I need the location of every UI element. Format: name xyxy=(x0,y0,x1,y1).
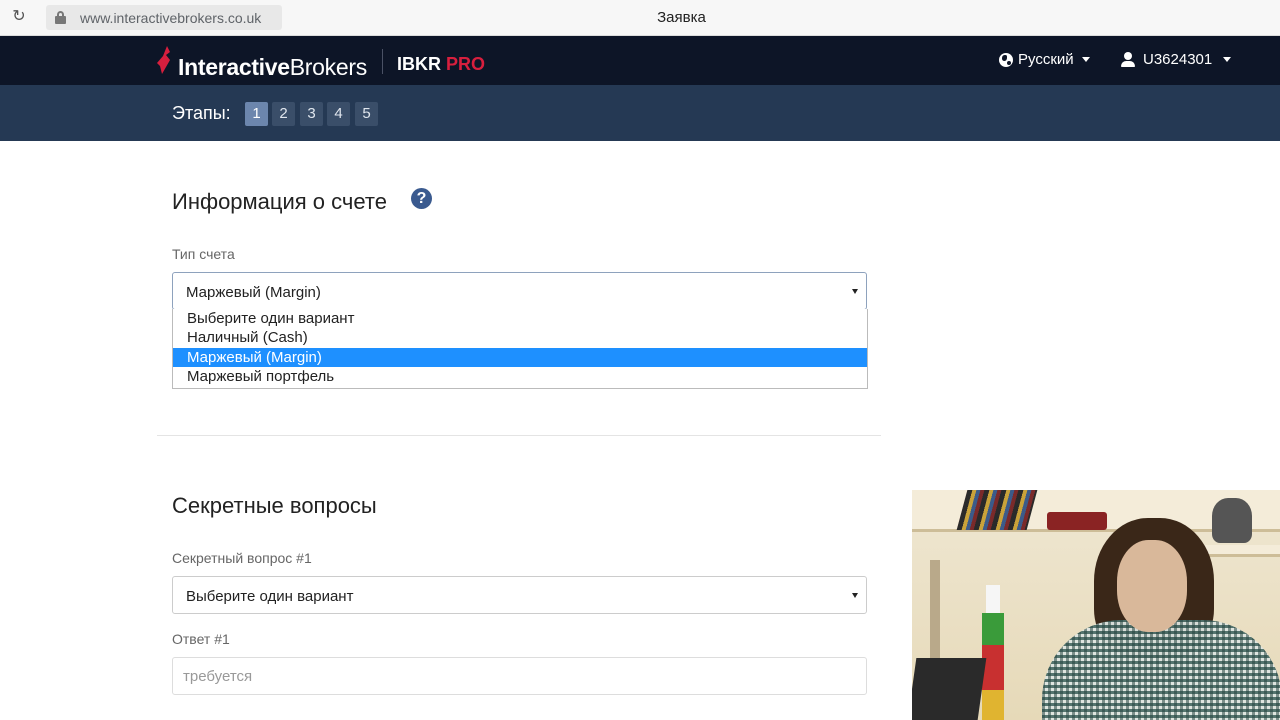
product-name: IBKR PRO xyxy=(397,54,486,74)
step-3[interactable]: 3 xyxy=(300,102,323,126)
account-type-label: Тип счета xyxy=(172,246,235,262)
question1-select[interactable]: Выберите один вариант xyxy=(172,576,867,614)
laptop xyxy=(912,658,987,720)
user-menu[interactable]: U3624301 xyxy=(1121,51,1232,68)
option-choose[interactable]: Выберите один вариант xyxy=(173,309,867,328)
step-1[interactable]: 1 xyxy=(245,102,268,126)
books xyxy=(956,490,1038,530)
account-type-select[interactable]: Маржевый (Margin) xyxy=(172,272,867,310)
help-icon[interactable]: ? xyxy=(411,188,432,209)
logo-divider xyxy=(382,49,383,74)
steps-bar: Этапы: 1 2 3 4 5 xyxy=(0,85,1280,141)
steps-label: Этапы: xyxy=(172,103,231,123)
lego-tower xyxy=(982,585,1004,720)
account-type-dropdown: Выберите один вариант Наличный (Cash) Ма… xyxy=(172,309,868,389)
top-navbar: InteractiveBrokers IBKR PRO Русский U362… xyxy=(0,36,1280,85)
option-cash[interactable]: Наличный (Cash) xyxy=(173,328,867,347)
account-info-heading: Информация о счете xyxy=(172,189,387,214)
section-divider xyxy=(157,435,881,436)
language-label: Русский xyxy=(1018,51,1074,68)
page-tab-title: Заявка xyxy=(657,9,706,26)
figurine xyxy=(1212,498,1252,543)
caret-down-icon xyxy=(1223,57,1232,62)
globe-icon xyxy=(999,52,1013,67)
option-margin[interactable]: Маржевый (Margin) xyxy=(173,348,867,367)
account-id: U3624301 xyxy=(1143,51,1213,68)
step-5[interactable]: 5 xyxy=(355,102,378,126)
browser-toolbar: ↻ www.interactivebrokers.co.uk Заявка xyxy=(0,0,1280,36)
webcam-overlay xyxy=(912,490,1280,720)
person-face xyxy=(1117,540,1187,632)
question1-label: Секретный вопрос #1 xyxy=(172,550,312,566)
answer1-placeholder: требуется xyxy=(183,668,253,685)
step-4[interactable]: 4 xyxy=(327,102,350,126)
answer1-input[interactable]: требуется xyxy=(172,657,867,695)
language-selector[interactable]: Русский xyxy=(999,51,1090,68)
account-type-value: Маржевый (Margin) xyxy=(186,284,321,301)
security-questions-heading: Секретные вопросы xyxy=(172,493,377,518)
ib-logo-icon xyxy=(157,46,170,74)
answer1-label: Ответ #1 xyxy=(172,631,230,647)
toy-train xyxy=(1047,512,1107,530)
select-caret-icon xyxy=(852,593,858,598)
caret-down-icon xyxy=(1081,57,1090,62)
select-caret-icon xyxy=(852,289,858,294)
brand-logo[interactable]: InteractiveBrokers xyxy=(178,54,367,81)
step-2[interactable]: 2 xyxy=(272,102,295,126)
option-portfolio-margin[interactable]: Маржевый портфель xyxy=(173,367,867,386)
user-icon xyxy=(1121,52,1135,67)
question1-value: Выберите один вариант xyxy=(186,588,354,605)
